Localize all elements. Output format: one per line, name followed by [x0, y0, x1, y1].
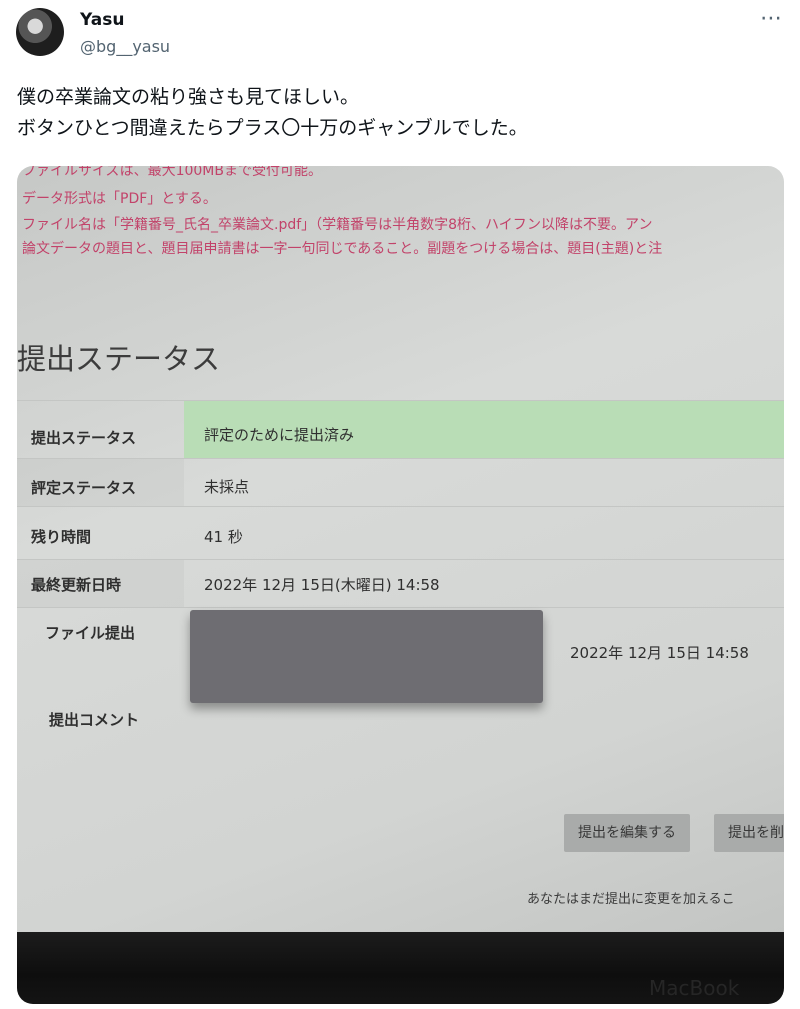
edit-submission-button[interactable]: 提出を編集する: [564, 814, 690, 852]
row-label: ファイル提出: [45, 624, 136, 642]
status-row: 提出ステータス 評定のために提出済み: [17, 400, 784, 459]
status-row: 残り時間 41 秒: [17, 506, 784, 560]
row-value: 未採点: [204, 478, 250, 496]
laptop-brand: MacBook: [649, 976, 740, 1000]
author-name[interactable]: Yasu: [80, 10, 124, 30]
instruction-note: 論文データの題目と、題目届申請書は一字一句同じであること。副題をつける場合は、題…: [22, 241, 663, 257]
redacted-file: [190, 610, 543, 703]
instruction-note: ファイル名は「学籍番号_氏名_卒業論文.pdf」（学籍番号は半角数字8桁、ハイフ…: [22, 217, 653, 233]
submission-button[interactable]: 提出を削: [714, 814, 784, 852]
row-value: 41 秒: [204, 528, 243, 546]
avatar[interactable]: [16, 8, 64, 56]
footer-note: あなたはまだ提出に変更を加えるこ: [527, 892, 735, 907]
row-label: 提出コメント: [49, 711, 140, 729]
tweet-photo[interactable]: ファイルサイズは、最大100MBまで受付可能。 データ形式は「PDF」とする。 …: [17, 166, 784, 1004]
row-label: 評定ステータス: [31, 479, 137, 497]
row-label: 提出ステータス: [31, 429, 137, 447]
author-handle[interactable]: @bg__yasu: [80, 37, 170, 56]
row-value: 2022年 12月 15日(木曜日) 14:58: [204, 576, 440, 594]
status-row: 最終更新日時 2022年 12月 15日(木曜日) 14:58: [17, 559, 784, 608]
row-value: 評定のために提出済み: [204, 426, 355, 444]
status-row: 提出コメント: [17, 695, 784, 775]
file-timestamp: 2022年 12月 15日 14:58: [570, 644, 749, 662]
more-options-icon[interactable]: ⋯: [760, 6, 783, 31]
row-label: 最終更新日時: [31, 576, 122, 594]
status-row: 評定ステータス 未採点: [17, 458, 784, 507]
instruction-note: データ形式は「PDF」とする。: [22, 191, 217, 207]
instruction-note: ファイルサイズは、最大100MBまで受付可能。: [22, 166, 322, 179]
section-title: 提出ステータス: [17, 342, 221, 376]
row-label: 残り時間: [31, 528, 92, 546]
tweet-text: 僕の卒業論文の粘り強さも見てほしい。 ボタンひとつ間違えたらプラス〇十万のギャン…: [17, 86, 528, 139]
